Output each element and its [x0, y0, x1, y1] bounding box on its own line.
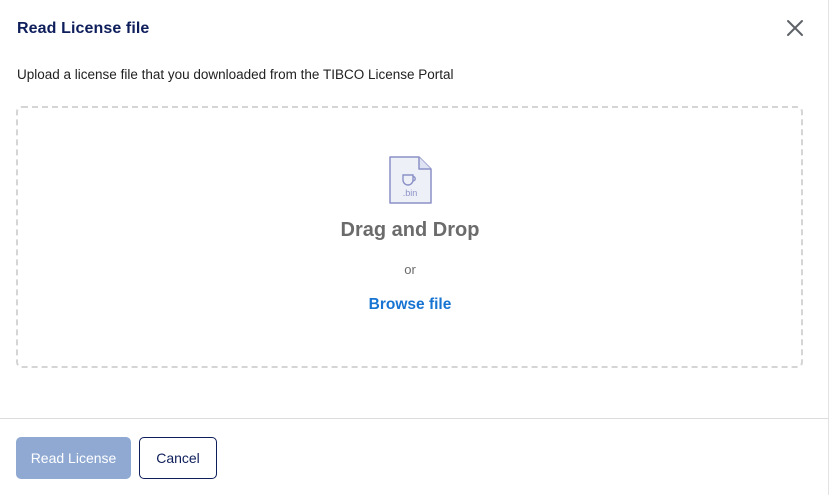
read-license-button[interactable]: Read License — [16, 437, 131, 479]
read-license-dialog: Read License file Upload a license file … — [0, 0, 829, 495]
or-separator: or — [404, 262, 416, 277]
close-icon — [787, 20, 803, 36]
footer-divider — [0, 418, 829, 419]
file-ext-label: .bin — [403, 188, 418, 198]
close-button[interactable] — [783, 16, 807, 40]
dialog-title: Read License file — [17, 20, 150, 37]
drag-drop-title: Drag and Drop — [340, 219, 480, 241]
dialog-subtitle: Upload a license file that you downloade… — [17, 67, 454, 82]
cancel-button[interactable]: Cancel — [139, 437, 217, 479]
bin-file-icon: .bin — [389, 156, 432, 204]
browse-file-link[interactable]: Browse file — [360, 296, 460, 314]
